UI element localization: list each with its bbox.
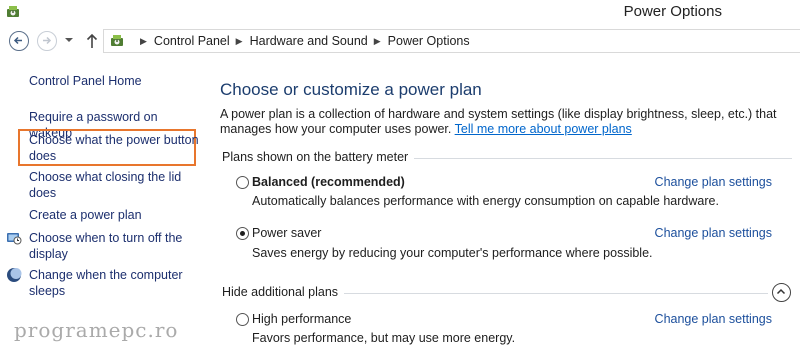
back-button[interactable] xyxy=(9,31,29,51)
change-plan-settings-balanced[interactable]: Change plan settings xyxy=(655,175,772,189)
plan-radio-power-saver[interactable] xyxy=(236,227,249,240)
sidebar-item-computer-sleeps[interactable]: Change when the computer sleeps xyxy=(29,267,199,299)
recent-locations-button[interactable] xyxy=(64,34,74,46)
watermark: programepc.ro xyxy=(14,318,179,342)
intro-paragraph: A power plan is a collection of hardware… xyxy=(220,107,790,137)
battery-meter-section-heading: Plans shown on the battery meter xyxy=(222,150,415,164)
chevron-right-icon[interactable]: ▶ xyxy=(374,36,381,47)
change-plan-settings-high-performance[interactable]: Change plan settings xyxy=(655,312,772,326)
sleep-moon-icon xyxy=(7,268,22,282)
hide-additional-plans-heading[interactable]: Hide additional plans xyxy=(222,285,345,299)
breadcrumb: ▶ Control Panel ▶ Hardware and Sound ▶ Power … xyxy=(134,34,470,48)
display-timer-icon xyxy=(7,233,22,245)
window-title: Power Options xyxy=(623,3,722,20)
tell-me-more-link[interactable]: Tell me more about power plans xyxy=(455,122,632,136)
section-divider xyxy=(338,293,768,294)
plan-description-balanced: Automatically balances performance with … xyxy=(252,194,719,208)
sidebar-item-control-panel-home[interactable]: Control Panel Home xyxy=(29,73,199,89)
sidebar-item-power-button[interactable]: Choose what the power button does xyxy=(29,132,199,164)
back-arrow-icon xyxy=(13,36,22,45)
up-button[interactable] xyxy=(85,32,99,50)
breadcrumb-hardware-and-sound[interactable]: Hardware and Sound xyxy=(250,34,368,48)
plan-name-high-performance[interactable]: High performance xyxy=(252,312,351,326)
breadcrumb-control-panel[interactable]: Control Panel xyxy=(154,34,230,48)
power-options-icon xyxy=(111,35,123,46)
up-arrow-icon xyxy=(86,33,98,48)
forward-arrow-icon xyxy=(43,36,52,45)
address-bar[interactable]: ▶ Control Panel ▶ Hardware and Sound ▶ Power … xyxy=(103,29,800,53)
section-divider xyxy=(400,158,792,159)
plan-description-high-performance: Favors performance, but may use more ene… xyxy=(252,331,516,345)
power-options-icon xyxy=(7,6,19,17)
sidebar: Control Panel Home Require a password on… xyxy=(0,56,200,353)
sidebar-item-turn-off-display[interactable]: Choose when to turn off the display xyxy=(29,230,199,262)
plan-name-balanced[interactable]: Balanced (recommended) xyxy=(252,175,405,189)
breadcrumb-power-options[interactable]: Power Options xyxy=(388,34,470,48)
title-bar: Power Options xyxy=(0,0,800,26)
sidebar-item-closing-lid[interactable]: Choose what closing the lid does xyxy=(29,169,199,201)
change-plan-settings-power-saver[interactable]: Change plan settings xyxy=(655,226,772,240)
sidebar-item-create-plan[interactable]: Create a power plan xyxy=(29,207,199,223)
forward-button[interactable] xyxy=(37,31,57,51)
navigation-bar: ▶ Control Panel ▶ Hardware and Sound ▶ Power … xyxy=(0,26,800,56)
chevron-right-icon[interactable]: ▶ xyxy=(236,36,243,47)
plan-radio-high-performance[interactable] xyxy=(236,313,249,326)
plan-description-power-saver: Saves energy by reducing your computer's… xyxy=(252,246,653,260)
chevron-right-icon[interactable]: ▶ xyxy=(140,36,147,47)
page-title: Choose or customize a power plan xyxy=(220,80,482,99)
plan-name-power-saver[interactable]: Power saver xyxy=(252,226,321,240)
chevron-down-icon xyxy=(65,38,73,42)
main-content: Choose or customize a power plan A power… xyxy=(200,56,800,353)
plan-radio-balanced[interactable] xyxy=(236,176,249,189)
chevron-up-icon xyxy=(776,288,786,295)
collapse-button[interactable] xyxy=(772,283,791,302)
